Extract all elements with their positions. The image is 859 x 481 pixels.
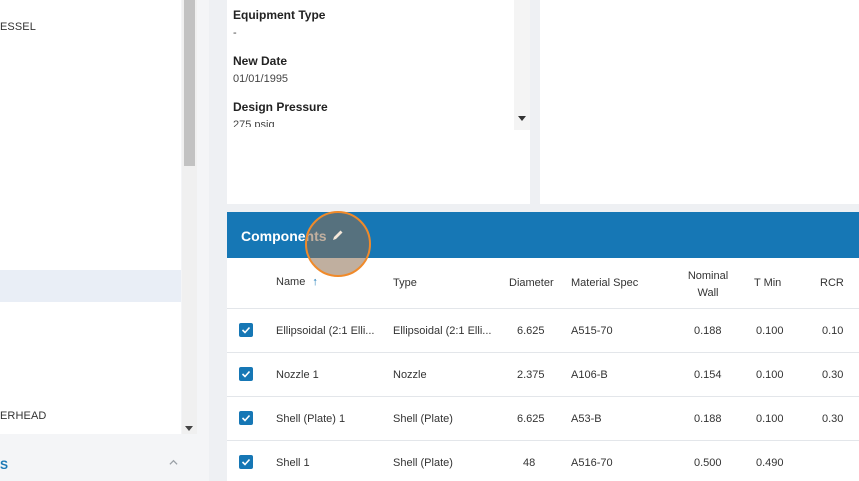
cell-type: Shell (Plate)	[393, 457, 453, 469]
field-label: Equipment Type	[233, 8, 326, 22]
cell-tmin: 0.490	[756, 457, 784, 469]
cell-material: A53-B	[571, 413, 602, 425]
cell-material: A515-70	[571, 325, 613, 337]
cell-name: Ellipsoidal (2:1 Elli...	[276, 325, 375, 337]
right-panel	[540, 0, 859, 204]
sidebar-item-overhead[interactable]: ERHEAD	[0, 410, 181, 422]
cell-nominal-wall: 0.188	[694, 413, 722, 425]
cell-type: Ellipsoidal (2:1 Elli...	[393, 325, 492, 337]
row-checkbox[interactable]	[239, 411, 253, 425]
cell-name: Shell (Plate) 1	[276, 413, 346, 425]
row-checkbox[interactable]	[239, 323, 253, 337]
checkmark-icon	[241, 370, 251, 378]
cell-tmin: 0.100	[756, 413, 784, 425]
table-row[interactable]: Nozzle 1 Nozzle 2.375 A106-B 0.154 0.100…	[227, 352, 859, 396]
sidebar-item-label: ERHEAD	[0, 410, 47, 422]
column-header-diameter[interactable]: Diameter	[509, 277, 554, 289]
field-value: 01/01/1995	[233, 73, 289, 85]
click-highlight	[305, 211, 371, 277]
sidebar-item-label: ESSEL	[0, 21, 36, 33]
components-panel: Components Name ↑ Type Diameter Material…	[227, 211, 859, 481]
field-new-date: New Date 01/01/1995	[233, 54, 288, 85]
cell-rcr: 0.30	[822, 369, 844, 381]
table-row[interactable]: Shell (Plate) 1 Shell (Plate) 6.625 A53-…	[227, 396, 859, 440]
column-header-name[interactable]: Name ↑	[276, 276, 318, 288]
field-design-pressure: Design Pressure 275 psig	[233, 100, 328, 127]
cell-rcr: 0.10	[822, 325, 844, 337]
chevron-up-icon[interactable]	[169, 458, 178, 467]
column-header-label: Wall	[697, 287, 719, 299]
cell-tmin: 0.100	[756, 369, 784, 381]
field-value: -	[233, 27, 237, 39]
sort-ascending-icon: ↑	[312, 276, 318, 288]
cell-nominal-wall: 0.188	[694, 325, 722, 337]
cell-diameter: 2.375	[517, 369, 545, 381]
field-value: 275 psig	[233, 119, 275, 127]
components-header: Components	[227, 211, 859, 277]
cell-material: A516-70	[571, 457, 613, 469]
cell-tmin: 0.100	[756, 325, 784, 337]
cell-material: A106-B	[571, 369, 608, 381]
field-label: Design Pressure	[233, 100, 328, 114]
column-header-label: Nominal	[687, 270, 729, 282]
scroll-down-arrow-icon[interactable]	[518, 116, 526, 121]
column-header-rcr[interactable]: RCR	[820, 277, 844, 289]
table-row[interactable]: Shell 1 Shell (Plate) 48 A516-70 0.500 0…	[227, 440, 859, 481]
sidebar-footer-label: S	[0, 458, 9, 472]
checkmark-icon	[241, 326, 251, 334]
sidebar-scrollbar[interactable]	[182, 0, 197, 434]
sidebar-list: ESSEL ERHEAD	[0, 0, 181, 434]
cell-nominal-wall: 0.500	[694, 457, 722, 469]
cell-name: Nozzle 1	[276, 369, 319, 381]
sidebar: ESSEL ERHEAD S	[0, 0, 209, 481]
sidebar-footer-section[interactable]: S	[0, 446, 197, 481]
checkmark-icon	[241, 458, 251, 466]
sidebar-item-selected[interactable]	[0, 270, 181, 302]
cell-name: Shell 1	[276, 457, 310, 469]
cell-nominal-wall: 0.154	[694, 369, 722, 381]
cell-diameter: 6.625	[517, 325, 545, 337]
cell-diameter: 48	[523, 457, 536, 469]
checkmark-icon	[241, 414, 251, 422]
column-header-label: Name	[276, 276, 306, 288]
field-equipment-type: Equipment Type -	[233, 8, 325, 39]
column-header-type[interactable]: Type	[393, 277, 417, 289]
row-checkbox[interactable]	[239, 455, 253, 469]
cell-rcr: 0.30	[822, 413, 844, 425]
cell-type: Shell (Plate)	[393, 413, 453, 425]
equipment-details-panel: Equipment Type - New Date 01/01/1995 Des…	[227, 0, 530, 204]
row-checkbox[interactable]	[239, 367, 253, 381]
table-row[interactable]: Ellipsoidal (2:1 Elli... Ellipsoidal (2:…	[227, 308, 859, 352]
cell-type: Nozzle	[393, 369, 427, 381]
scroll-down-arrow-icon[interactable]	[185, 426, 193, 431]
sidebar-scrollbar-thumb[interactable]	[184, 0, 195, 166]
cell-diameter: 6.625	[517, 413, 545, 425]
column-header-nominal-wall[interactable]: Nominal Wall	[679, 268, 737, 302]
sidebar-item-vessel[interactable]: ESSEL	[0, 21, 181, 33]
field-label: New Date	[233, 54, 288, 68]
column-header-tmin[interactable]: T Min	[754, 277, 781, 289]
details-scrollbar[interactable]	[514, 0, 530, 130]
pencil-edit-icon[interactable]	[331, 228, 345, 242]
column-header-material-spec[interactable]: Material Spec	[571, 277, 638, 289]
details-scroll-area[interactable]: Equipment Type - New Date 01/01/1995 Des…	[227, 0, 514, 127]
